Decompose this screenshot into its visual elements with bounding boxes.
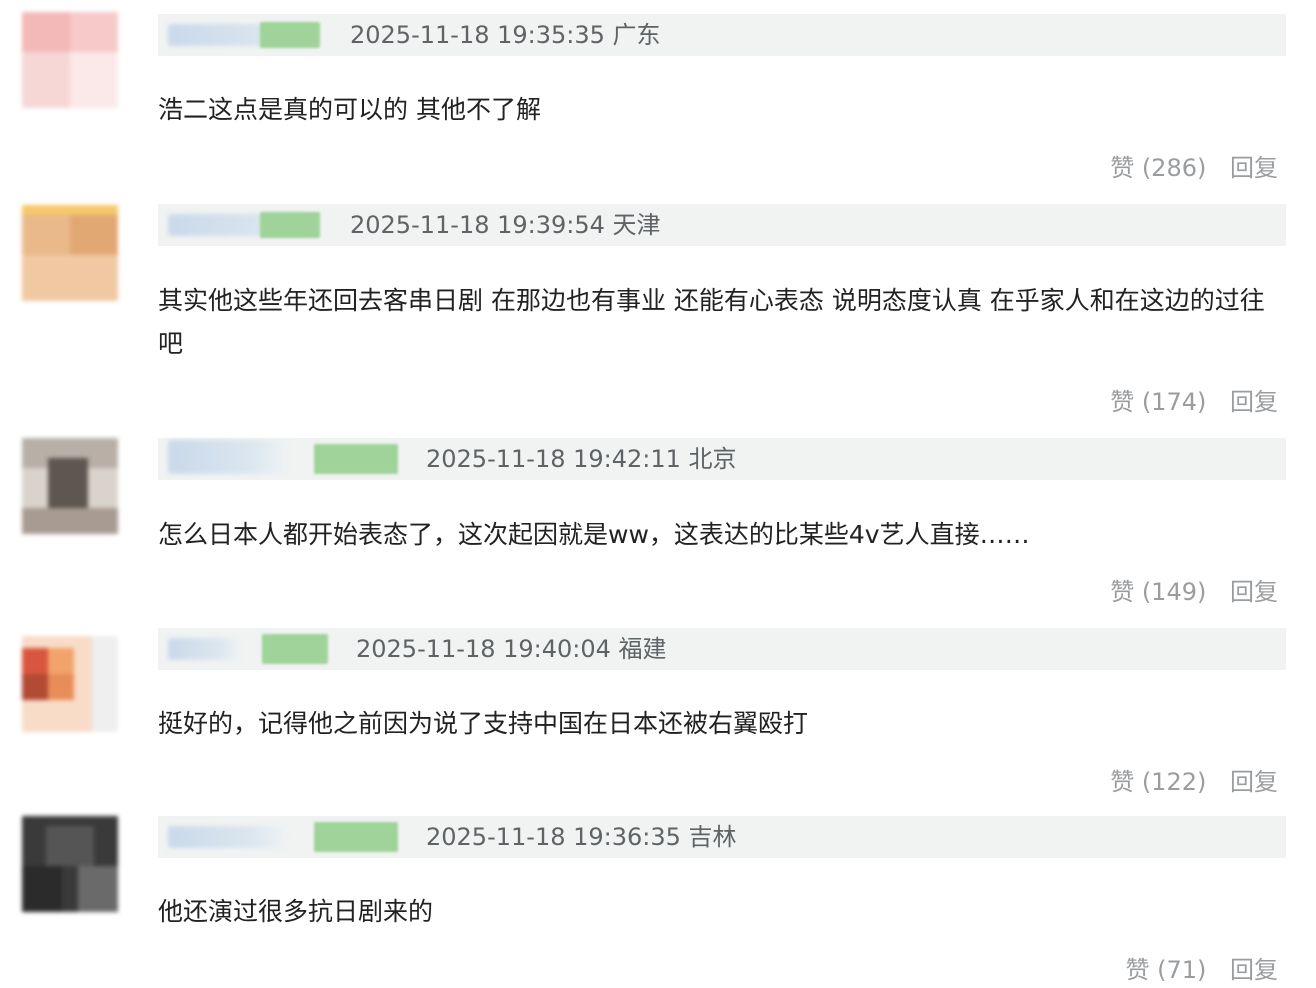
like-button[interactable]: 赞 (149) — [1110, 578, 1206, 606]
comment-time-location: 2025-11-18 19:36:35 吉林 — [426, 823, 737, 851]
comment-text: 怎么日本人都开始表态了，这次起因就是ww，这表达的比某些4v艺人直接…… — [158, 520, 1030, 549]
comment-meta-bar: 2025-11-18 19:39:54 天津 — [158, 204, 1286, 246]
comment-actions: 赞 (71) 回复 — [1109, 950, 1278, 985]
comment-actions: 赞 (122) 回复 — [1094, 762, 1278, 797]
reply-button[interactable]: 回复 — [1230, 956, 1278, 984]
comment-text: 挺好的，记得他之前因为说了支持中国在日本还被右翼殴打 — [158, 709, 809, 738]
like-button[interactable]: 赞 (174) — [1110, 388, 1206, 416]
comment-actions: 赞 (286) 回复 — [1094, 148, 1278, 183]
comment-time-location: 2025-11-18 19:42:11 北京 — [426, 445, 737, 473]
user-badge — [314, 444, 398, 474]
comment-time-location: 2025-11-18 19:35:35 广东 — [350, 21, 661, 49]
comment-actions: 赞 (149) 回复 — [1094, 572, 1278, 607]
username-blurred[interactable] — [168, 638, 240, 660]
reply-button[interactable]: 回复 — [1230, 388, 1278, 416]
avatar[interactable] — [22, 636, 118, 732]
comment-text: 他还演过很多抗日剧来的 — [158, 897, 434, 926]
like-button[interactable]: 赞 (122) — [1110, 768, 1206, 796]
reply-button[interactable]: 回复 — [1230, 154, 1278, 182]
user-badge — [260, 22, 320, 48]
comment-text: 其实他这些年还回去客串日剧 在那边也有事业 还能有心表态 说明态度认真 在乎家人… — [158, 286, 1265, 358]
like-button[interactable]: 赞 (286) — [1110, 154, 1206, 182]
avatar[interactable] — [22, 205, 118, 301]
username-blurred[interactable] — [168, 826, 286, 848]
comment-meta-bar: 2025-11-18 19:36:35 吉林 — [158, 816, 1286, 858]
comment-meta-bar: 2025-11-18 19:35:35 广东 — [158, 14, 1286, 56]
comment-meta-bar: 2025-11-18 19:42:11 北京 — [158, 438, 1286, 480]
reply-button[interactable]: 回复 — [1230, 768, 1278, 796]
username-blurred[interactable] — [168, 440, 286, 474]
user-badge — [260, 212, 320, 238]
avatar[interactable] — [22, 816, 118, 912]
comment-text: 浩二这点是真的可以的 其他不了解 — [158, 95, 541, 124]
comment-actions: 赞 (174) 回复 — [1094, 382, 1278, 417]
like-button[interactable]: 赞 (71) — [1125, 956, 1206, 984]
avatar[interactable] — [22, 438, 118, 534]
comment-time-location: 2025-11-18 19:39:54 天津 — [350, 211, 661, 239]
comment-time-location: 2025-11-18 19:40:04 福建 — [356, 635, 667, 663]
user-badge — [262, 634, 328, 664]
avatar[interactable] — [22, 12, 118, 108]
user-badge — [314, 822, 398, 852]
reply-button[interactable]: 回复 — [1230, 578, 1278, 606]
comment-meta-bar: 2025-11-18 19:40:04 福建 — [158, 628, 1286, 670]
